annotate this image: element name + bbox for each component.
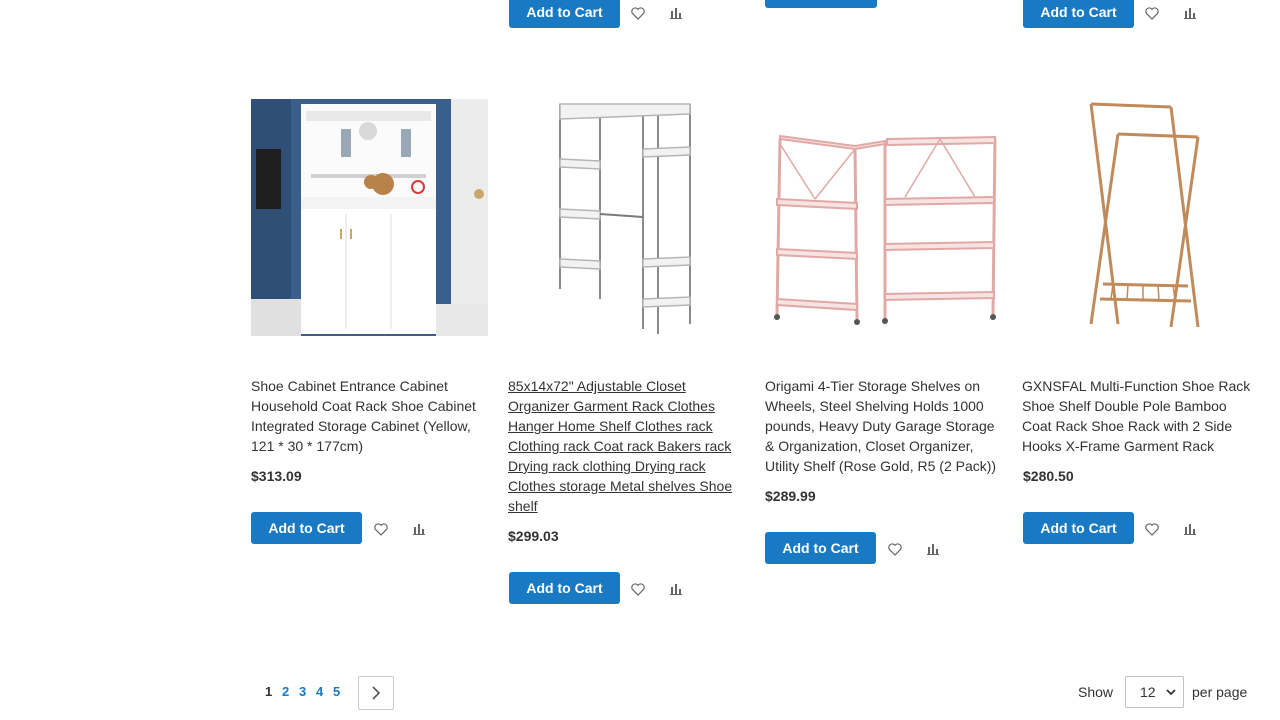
add-to-cart-button[interactable]: Add to Cart: [251, 512, 362, 544]
bar-chart-icon[interactable]: [1180, 519, 1200, 539]
chevron-right-icon: [372, 686, 381, 700]
bar-chart-icon[interactable]: [409, 519, 429, 539]
add-to-cart-button[interactable]: Add to Cart: [509, 572, 620, 604]
bar-chart-icon[interactable]: [923, 539, 943, 559]
pager-page-link[interactable]: 5: [333, 684, 340, 699]
product-image[interactable]: [765, 99, 1002, 336]
product-price: $313.09: [251, 468, 302, 484]
pager-page-link[interactable]: 4: [316, 684, 323, 699]
pager-page-link[interactable]: 3: [299, 684, 306, 699]
pager-page-link[interactable]: 2: [282, 684, 289, 699]
limiter-per-page-label: per page: [1192, 684, 1248, 700]
add-to-cart-button-partial[interactable]: [765, 0, 877, 8]
product-name[interactable]: Shoe Cabinet Entrance Cabinet Household …: [251, 376, 485, 456]
product-price: $299.03: [508, 528, 559, 544]
product-image[interactable]: [1023, 99, 1260, 336]
bar-chart-icon[interactable]: [666, 579, 686, 599]
chevron-down-icon: [1166, 689, 1176, 696]
bamboo-x-frame-rack-image: [1023, 99, 1260, 336]
add-to-cart-button[interactable]: Add to Cart: [509, 0, 620, 28]
bar-chart-icon[interactable]: [666, 3, 686, 23]
bar-chart-icon[interactable]: [1180, 3, 1200, 23]
heart-icon[interactable]: [371, 519, 391, 539]
product-name-link[interactable]: 85x14x72" Adjustable Closet Organizer Ga…: [508, 376, 742, 516]
heart-icon[interactable]: [1142, 3, 1162, 23]
product-name[interactable]: Origami 4-Tier Storage Shelves on Wheels…: [765, 376, 999, 476]
product-price: $289.99: [765, 488, 816, 504]
add-to-cart-button[interactable]: Add to Cart: [765, 532, 876, 564]
rose-gold-shelves-image: [765, 99, 1002, 336]
heart-icon[interactable]: [628, 579, 648, 599]
product-image[interactable]: [508, 99, 745, 336]
white-shoe-cabinet-image: [251, 99, 488, 336]
product-image[interactable]: [251, 99, 488, 336]
heart-icon[interactable]: [1142, 519, 1162, 539]
pager-current-page: 1: [265, 684, 273, 699]
pager-next-button[interactable]: [358, 676, 394, 710]
add-to-cart-button[interactable]: Add to Cart: [1023, 512, 1134, 544]
heart-icon[interactable]: [628, 3, 648, 23]
product-name[interactable]: GXNSFAL Multi-Function Shoe Rack Shoe Sh…: [1022, 376, 1256, 456]
limiter-show-label: Show: [1078, 684, 1114, 700]
add-to-cart-button[interactable]: Add to Cart: [1023, 0, 1134, 28]
chrome-wire-garment-rack-image: [508, 99, 745, 336]
limiter-value: 12: [1140, 684, 1156, 700]
heart-icon[interactable]: [885, 539, 905, 559]
limiter-select[interactable]: 12: [1125, 676, 1184, 708]
product-price: $280.50: [1023, 468, 1074, 484]
